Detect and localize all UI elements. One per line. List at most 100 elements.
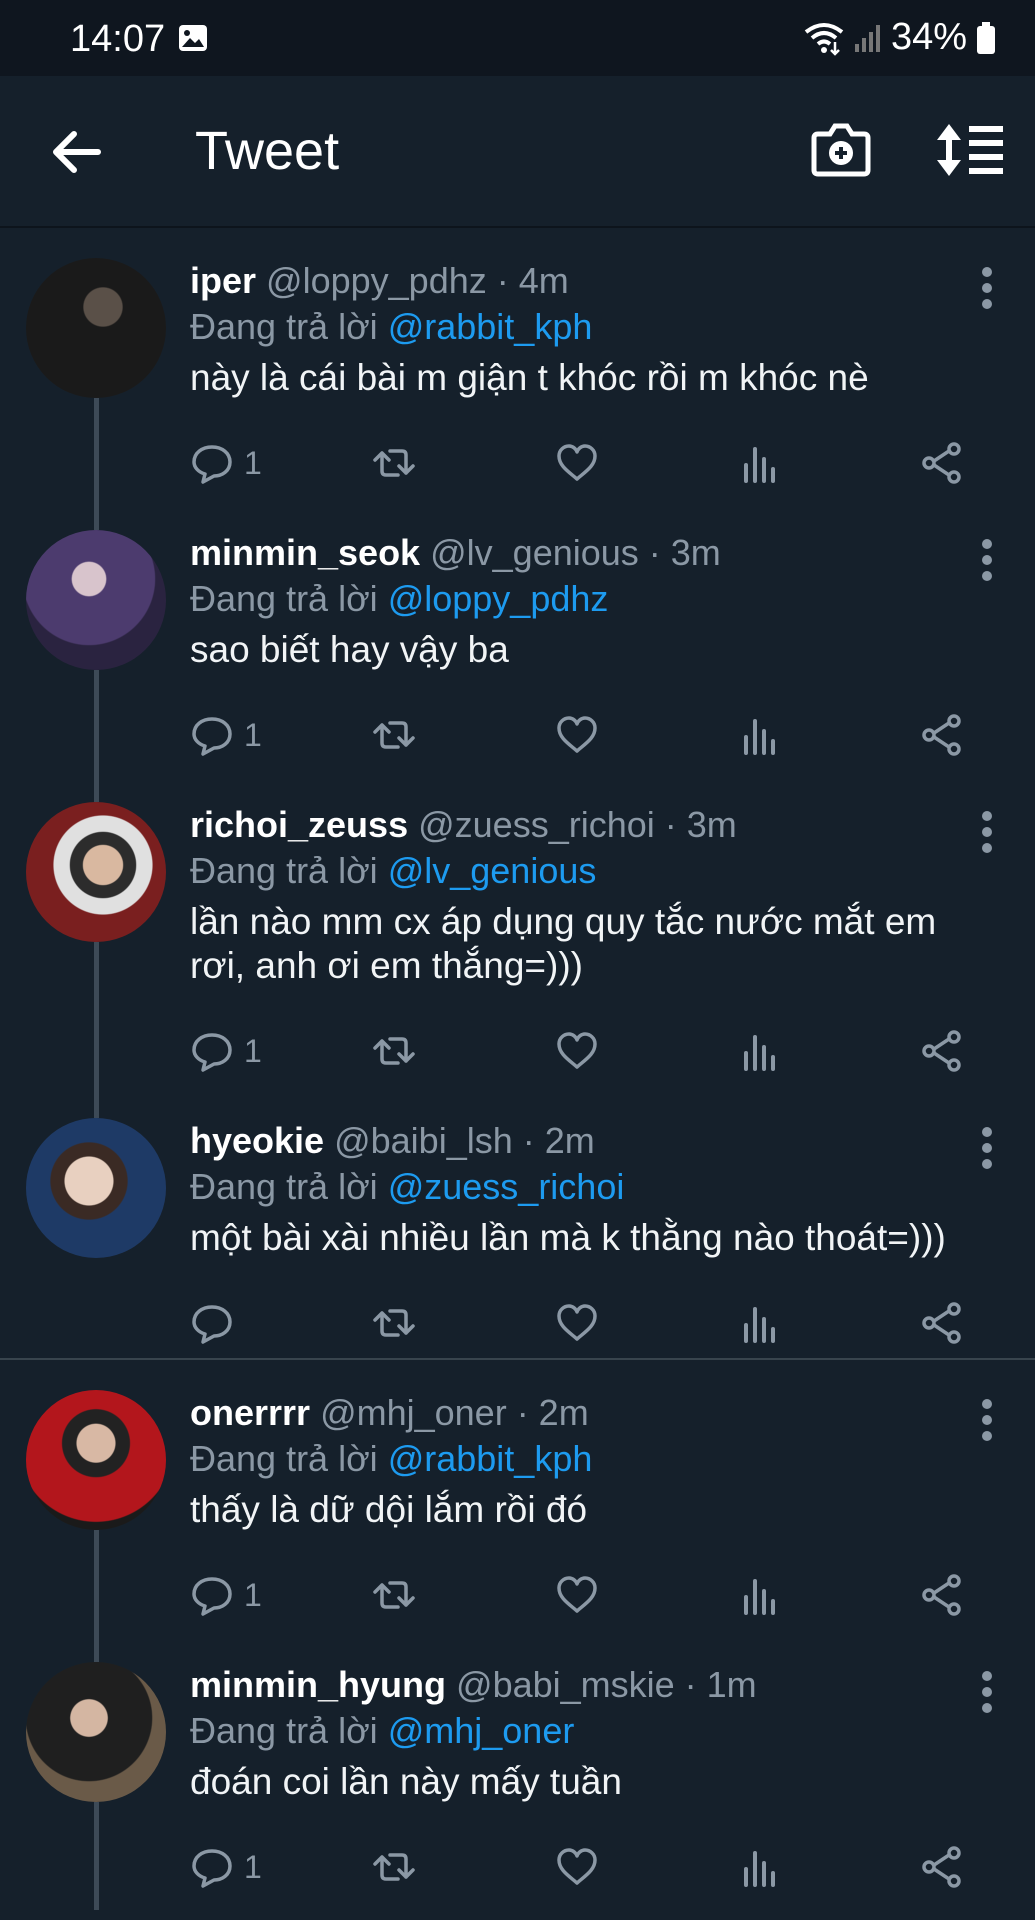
- retweet-button[interactable]: [372, 438, 416, 488]
- reply-button[interactable]: 1: [190, 710, 262, 760]
- retweet-icon: [373, 449, 415, 477]
- analytics-icon: [744, 447, 775, 483]
- reply-to-link[interactable]: @rabbit_kph: [388, 306, 593, 347]
- thread-connector: [94, 1632, 99, 1662]
- retweet-icon: [373, 1037, 415, 1065]
- tweet-actions: [190, 1298, 980, 1348]
- reply-to-link[interactable]: @loppy_pdhz: [388, 578, 609, 619]
- avatar[interactable]: [26, 802, 166, 942]
- share-button[interactable]: [920, 438, 964, 488]
- share-button[interactable]: [920, 1570, 964, 1620]
- reply-to-link[interactable]: @lv_genious: [388, 850, 597, 891]
- reply-to-link[interactable]: @mhj_oner: [388, 1710, 575, 1751]
- like-button[interactable]: [555, 1298, 599, 1348]
- share-button[interactable]: [920, 1026, 964, 1076]
- handle-time: @loppy_pdhz · 4m: [266, 260, 569, 301]
- back-arrow-icon[interactable]: [48, 126, 104, 178]
- thread-connector: [94, 398, 99, 500]
- thread-connector: [94, 772, 99, 802]
- like-button[interactable]: [555, 1842, 599, 1892]
- display-name[interactable]: richoi_zeuss: [190, 804, 408, 845]
- tweet-item[interactable]: minmin_hyung @babi_mskie · 1m Đang trả l…: [0, 1632, 1035, 1910]
- tweet-actions: 1: [190, 1026, 980, 1076]
- tweet-actions: 1: [190, 710, 980, 760]
- share-button[interactable]: [920, 710, 964, 760]
- retweet-button[interactable]: [372, 710, 416, 760]
- reply-icon: [192, 1849, 232, 1888]
- reply-feed: iper @loppy_pdhz · 4m Đang trả lời @rabb…: [0, 228, 1035, 1910]
- views-button[interactable]: [738, 710, 782, 760]
- views-button[interactable]: [738, 1842, 782, 1892]
- handle-time: @babi_mskie · 1m: [456, 1664, 757, 1705]
- display-name[interactable]: iper: [190, 260, 256, 301]
- battery-percent: 34%: [890, 16, 967, 58]
- retweet-button[interactable]: [372, 1298, 416, 1348]
- like-button[interactable]: [555, 438, 599, 488]
- more-options-icon[interactable]: [979, 1670, 995, 1714]
- reply-to-link[interactable]: @rabbit_kph: [388, 1438, 593, 1479]
- share-icon: [922, 1030, 961, 1072]
- views-button[interactable]: [738, 1570, 782, 1620]
- app-bar: Tweet: [0, 76, 1035, 228]
- tweet-text: sao biết hay vậy ba: [190, 629, 509, 670]
- more-options-icon[interactable]: [979, 1126, 995, 1170]
- retweet-button[interactable]: [372, 1570, 416, 1620]
- avatar[interactable]: [26, 530, 166, 670]
- share-button[interactable]: [920, 1298, 964, 1348]
- sort-replies-icon[interactable]: [935, 122, 1005, 178]
- avatar[interactable]: [26, 1662, 166, 1802]
- views-button[interactable]: [738, 1298, 782, 1348]
- tweet-actions: 1: [190, 1570, 980, 1620]
- reply-button[interactable]: 1: [190, 1026, 262, 1076]
- thread-connector: [94, 942, 99, 1088]
- share-button[interactable]: [920, 1842, 964, 1892]
- retweet-button[interactable]: [372, 1026, 416, 1076]
- tweet-item[interactable]: hyeokie @baibi_lsh · 2m Đang trả lời @zu…: [0, 1088, 1035, 1360]
- reply-button[interactable]: 1: [190, 438, 262, 488]
- tweet-item[interactable]: richoi_zeuss @zuess_richoi · 3m Đang trả…: [0, 772, 1035, 1088]
- like-button[interactable]: [555, 1026, 599, 1076]
- battery-icon: [977, 21, 995, 54]
- avatar[interactable]: [26, 1390, 166, 1530]
- camera-add-icon[interactable]: [810, 118, 872, 180]
- share-icon: [922, 442, 961, 484]
- handle-time: @lv_genious · 3m: [430, 532, 721, 573]
- tweet-item[interactable]: minmin_seok @lv_genious · 3m Đang trả lờ…: [0, 500, 1035, 772]
- tweet-item[interactable]: iper @loppy_pdhz · 4m Đang trả lời @rabb…: [0, 228, 1035, 500]
- wifi-icon: [804, 22, 844, 56]
- reply-count: 1: [244, 444, 262, 481]
- views-button[interactable]: [738, 438, 782, 488]
- reply-to-link[interactable]: @zuess_richoi: [388, 1166, 625, 1207]
- analytics-icon: [744, 1307, 775, 1343]
- handle-time: @mhj_oner · 2m: [320, 1392, 589, 1433]
- reply-icon: [192, 717, 232, 756]
- display-name[interactable]: hyeokie: [190, 1120, 324, 1161]
- views-button[interactable]: [738, 1026, 782, 1076]
- share-icon: [922, 1574, 961, 1616]
- more-options-icon[interactable]: [979, 538, 995, 582]
- like-button[interactable]: [555, 1570, 599, 1620]
- replying-to-label: Đang trả lời: [190, 1710, 378, 1751]
- display-name[interactable]: minmin_hyung: [190, 1664, 446, 1705]
- reply-icon: [192, 1305, 232, 1344]
- reply-button[interactable]: 1: [190, 1842, 262, 1892]
- heart-icon: [557, 1848, 597, 1885]
- like-button[interactable]: [555, 710, 599, 760]
- avatar[interactable]: [26, 1118, 166, 1258]
- avatar[interactable]: [26, 258, 166, 398]
- heart-icon: [557, 1032, 597, 1069]
- display-name[interactable]: onerrrr: [190, 1392, 310, 1433]
- retweet-icon: [373, 1853, 415, 1881]
- replying-to-label: Đang trả lời: [190, 578, 378, 619]
- reply-button[interactable]: 1: [190, 1570, 262, 1620]
- tweet-item[interactable]: onerrrr @mhj_oner · 2m Đang trả lời @rab…: [0, 1360, 1035, 1632]
- display-name[interactable]: minmin_seok: [190, 532, 420, 573]
- reply-button[interactable]: [190, 1298, 244, 1348]
- more-options-icon[interactable]: [979, 810, 995, 854]
- more-options-icon[interactable]: [979, 266, 995, 310]
- more-options-icon[interactable]: [979, 1398, 995, 1442]
- retweet-icon: [373, 721, 415, 749]
- reply-count: 1: [244, 716, 262, 753]
- retweet-icon: [373, 1309, 415, 1337]
- retweet-button[interactable]: [372, 1842, 416, 1892]
